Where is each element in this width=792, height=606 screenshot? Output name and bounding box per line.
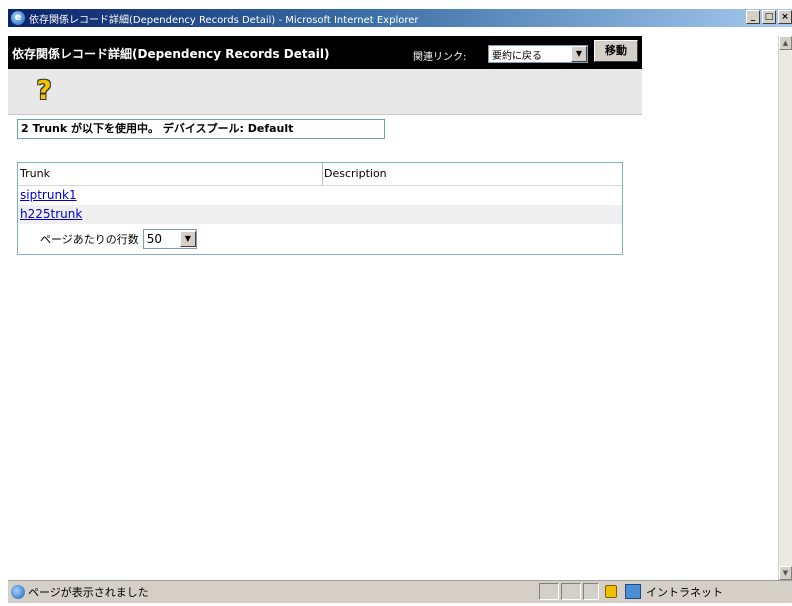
related-links-label: 関連リンク: bbox=[413, 52, 467, 63]
status-message: 2 Trunk が以下を使用中。 デバイスプール: Default bbox=[17, 119, 385, 139]
column-header-trunk: Trunk bbox=[18, 163, 323, 185]
scroll-down-icon[interactable]: ▼ bbox=[779, 566, 792, 580]
rows-per-page-value: 50 bbox=[146, 232, 163, 246]
dependency-table: Trunk Description siptrunk1 h225trunk ペー… bbox=[17, 162, 623, 255]
rows-per-page-label: ページあたりの行数 bbox=[40, 233, 139, 246]
go-button[interactable]: 移動 bbox=[594, 40, 638, 62]
trunk-link-h225trunk[interactable]: h225trunk bbox=[18, 207, 82, 221]
app-header: 依存関係レコード詳細(Dependency Records Detail) 関連… bbox=[8, 36, 642, 69]
status-bar-text: ページが表示されました bbox=[28, 586, 149, 599]
table-header: Trunk Description bbox=[18, 163, 622, 186]
window-title: 依存関係レコード詳細(Dependency Records Detail) - … bbox=[29, 14, 419, 26]
toolbar: ? bbox=[8, 69, 642, 115]
intranet-zone-icon bbox=[625, 584, 641, 599]
page-icon bbox=[11, 585, 25, 599]
table-row: siptrunk1 bbox=[18, 186, 622, 205]
status-pane bbox=[539, 583, 559, 600]
table-row: h225trunk bbox=[18, 205, 622, 224]
maximize-button[interactable]: □ bbox=[762, 10, 776, 24]
help-icon[interactable]: ? bbox=[32, 76, 56, 106]
rows-per-page-select[interactable]: 50 ▼ bbox=[142, 229, 197, 249]
page-title: 依存関係レコード詳細(Dependency Records Detail) bbox=[12, 47, 330, 61]
window-controls: _ □ × bbox=[746, 10, 792, 24]
column-header-description: Description bbox=[324, 167, 387, 180]
status-pane bbox=[583, 583, 599, 600]
related-links-select[interactable]: 要約に戻る ▼ bbox=[488, 45, 588, 63]
related-links-value: 要約に戻る bbox=[492, 50, 542, 62]
rows-per-page: ページあたりの行数 50 ▼ bbox=[40, 229, 197, 249]
chevron-down-icon[interactable]: ▼ bbox=[179, 231, 196, 247]
ie-icon: e bbox=[11, 11, 25, 25]
chevron-down-icon[interactable]: ▼ bbox=[571, 46, 587, 62]
security-zone-label: イントラネット bbox=[646, 586, 723, 599]
lock-icon bbox=[605, 585, 617, 598]
browser-status-bar: ページが表示されました イントラネット bbox=[8, 580, 792, 603]
close-button[interactable]: × bbox=[778, 10, 792, 24]
vertical-scrollbar[interactable]: ▲ ▼ bbox=[778, 36, 792, 580]
window-title-bar[interactable]: e 依存関係レコード詳細(Dependency Records Detail) … bbox=[8, 9, 792, 27]
scroll-up-icon[interactable]: ▲ bbox=[779, 36, 792, 50]
trunk-link-siptrunk1[interactable]: siptrunk1 bbox=[18, 188, 77, 202]
status-pane bbox=[561, 583, 581, 600]
minimize-button[interactable]: _ bbox=[746, 10, 760, 24]
